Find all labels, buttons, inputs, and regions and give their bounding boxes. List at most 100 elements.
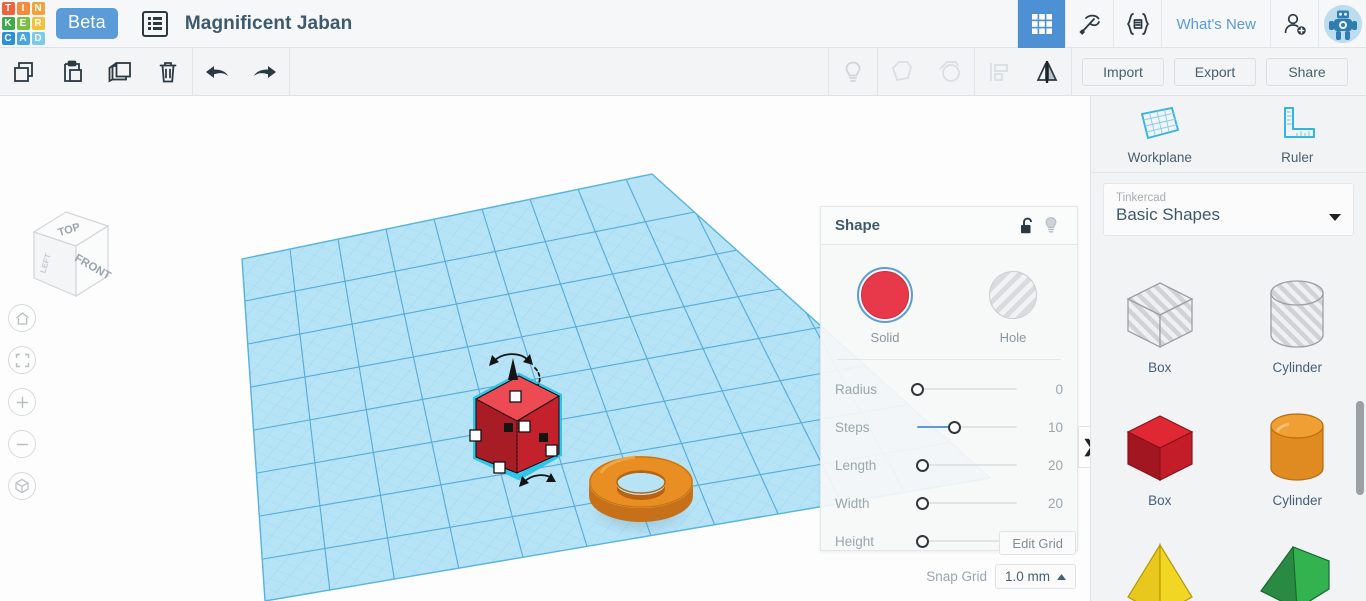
slider-handle[interactable] (948, 420, 962, 434)
logo-letter-e: E (16, 17, 30, 30)
gallery-item-roof-solid[interactable] (1229, 529, 1366, 601)
sidebar-item-workplane[interactable]: Workplane (1091, 102, 1229, 172)
delete-icon[interactable] (144, 48, 192, 96)
shape-mode-solid[interactable]: Solid (821, 267, 949, 345)
navigation-tools (8, 304, 36, 500)
shape-inspector-panel: Shape Solid Hole Radius 0 Steps 10 Length 20 Wi… (820, 206, 1078, 551)
snap-grid-label: Snap Grid (926, 569, 987, 584)
workplane-icon (1140, 106, 1179, 140)
lightbulb-icon[interactable] (1039, 214, 1063, 238)
ortho-view-icon[interactable] (8, 472, 36, 500)
slider-track (917, 388, 1017, 390)
shape-label: Box (1148, 360, 1172, 375)
shape-thumbnail (1112, 404, 1208, 492)
shape-gallery-grid: Box Cylinder Box Cylinder (1091, 263, 1366, 601)
list-icon[interactable] (141, 10, 168, 37)
tinkercad-logo[interactable]: TIN KER CAD (0, 0, 46, 48)
property-row-length: Length 20 (821, 446, 1077, 484)
align-icon (975, 48, 1023, 96)
property-label: Steps (835, 419, 870, 435)
shapes-sidebar: Workplane Ruler Tinkercad Basic Shapes B… (1090, 96, 1366, 601)
designs-grid-button[interactable] (1017, 0, 1066, 48)
snap-grid-value: 1.0 mm (1004, 569, 1050, 584)
3d-viewport[interactable]: TOP FRONT LEFT Shape Solid Hole Radius 0… (0, 96, 1090, 601)
shape-gallery[interactable]: Box Cylinder Box Cylinder (1091, 263, 1366, 601)
scrollbar-thumb[interactable] (1356, 401, 1364, 495)
add-user-icon[interactable] (1270, 0, 1318, 48)
property-value[interactable]: 20 (1029, 458, 1063, 473)
import-button[interactable]: Import (1082, 57, 1164, 86)
property-value[interactable]: 0 (1029, 382, 1063, 397)
toolbar-divider-6 (1071, 47, 1072, 96)
property-row-width: Width 20 (821, 484, 1077, 522)
top-bar: TINKERCAD Beta Magnificent Jaban What's … (0, 0, 1366, 48)
logo-letter-n: N (31, 2, 45, 15)
logo-letter-t: T (1, 2, 15, 15)
gallery-scrollbar[interactable] (1356, 401, 1364, 601)
chevron-up-icon (1057, 573, 1066, 580)
mirror-icon[interactable] (1023, 48, 1071, 96)
tinkercad-app: TINKERCAD Beta Magnificent Jaban What's … (0, 0, 1366, 601)
slider-track (917, 502, 1017, 504)
logo-letter-k: K (1, 17, 15, 30)
paste-icon[interactable] (48, 48, 96, 96)
redo-icon[interactable] (241, 48, 289, 96)
whats-new-link[interactable]: What's New (1161, 0, 1270, 48)
sidebar-tool-label: Ruler (1281, 150, 1314, 165)
property-label: Length (835, 457, 877, 473)
property-slider-radius[interactable] (909, 380, 1029, 398)
sidebar-item-ruler[interactable]: Ruler (1229, 102, 1366, 172)
logo-letter-c: C (1, 32, 15, 45)
view-cube[interactable]: TOP FRONT LEFT (18, 204, 118, 309)
fit-view-icon[interactable] (8, 346, 36, 374)
export-button[interactable]: Export (1174, 57, 1256, 86)
gallery-item-cylinder-hole[interactable]: Cylinder (1229, 263, 1366, 396)
gallery-item-cylinder-solid[interactable]: Cylinder (1229, 396, 1366, 529)
slider-handle[interactable] (915, 458, 929, 472)
shape-thumbnail (1249, 404, 1345, 492)
shape-label: Cylinder (1272, 493, 1323, 508)
property-slider-width[interactable] (909, 494, 1029, 512)
toolbar-divider-2 (289, 47, 290, 96)
property-value[interactable]: 10 (1029, 420, 1063, 435)
logo-letter-d: D (31, 32, 45, 45)
page-title: Magnificent Jaban (184, 12, 353, 34)
duplicate-icon[interactable] (96, 48, 144, 96)
top-bar-actions: What's New (1017, 0, 1366, 48)
share-button[interactable]: Share (1266, 57, 1348, 86)
property-label: Radius (835, 381, 878, 397)
snap-grid-row: Snap Grid 1.0 mm (926, 564, 1076, 589)
panel-collapse-button[interactable]: ❯ (1078, 426, 1090, 468)
collection-value: Basic Shapes (1116, 205, 1220, 224)
codeblocks-icon[interactable] (1113, 0, 1161, 48)
shape-thumbnail (1112, 537, 1208, 601)
edit-grid-button[interactable]: Edit Grid (999, 531, 1076, 555)
shape-properties-list: Radius0Steps10Length20Width20Height20 (821, 360, 1077, 560)
property-value[interactable]: 20 (1029, 496, 1063, 511)
pickaxe-icon[interactable] (1065, 0, 1113, 48)
home-icon[interactable] (8, 304, 36, 332)
collection-select[interactable]: Tinkercad Basic Shapes (1103, 183, 1354, 236)
collection-supertitle: Tinkercad (1116, 192, 1167, 204)
shape-mode-hole[interactable]: Hole (949, 267, 1077, 345)
property-slider-steps[interactable] (909, 418, 1029, 436)
avatar[interactable] (1318, 0, 1366, 48)
shape-thumbnail (1249, 271, 1345, 359)
logo-letter-r: R (31, 17, 45, 30)
snap-grid-select[interactable]: 1.0 mm (994, 564, 1076, 589)
copy-icon[interactable] (0, 48, 48, 96)
zoom-in-icon[interactable] (8, 388, 36, 416)
slider-handle[interactable] (911, 382, 924, 396)
shape-thumbnail (1249, 537, 1345, 601)
gallery-item-pyramid-solid[interactable] (1091, 529, 1229, 601)
slider-handle[interactable] (915, 496, 929, 510)
zoom-out-icon[interactable] (8, 430, 36, 458)
undo-icon[interactable] (193, 48, 241, 96)
unlock-icon[interactable] (1015, 214, 1039, 238)
gallery-item-box-solid[interactable]: Box (1091, 396, 1229, 529)
ungroup-icon (926, 48, 974, 96)
gallery-item-box-hole[interactable]: Box (1091, 263, 1229, 396)
solid-swatch (861, 271, 909, 319)
collection-select-wrap: Tinkercad Basic Shapes (1091, 173, 1366, 248)
property-slider-length[interactable] (909, 456, 1029, 474)
